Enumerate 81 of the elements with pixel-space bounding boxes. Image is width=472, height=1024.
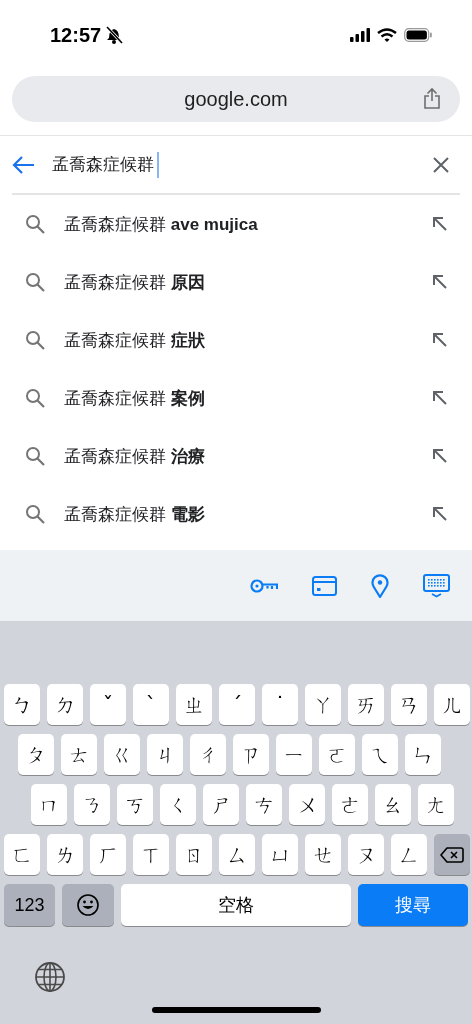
clock-time: 12:57 bbox=[50, 23, 102, 47]
keyboard-key[interactable]: ㄏ bbox=[90, 834, 126, 875]
delete-key[interactable] bbox=[434, 834, 470, 875]
keyboard-key[interactable]: ㄇ bbox=[31, 784, 67, 825]
url-text: google.com bbox=[184, 87, 288, 111]
keyboard-key[interactable]: ㄎ bbox=[117, 784, 153, 825]
backspace-icon bbox=[440, 845, 464, 864]
keyboard-key[interactable]: ㄨ bbox=[289, 784, 325, 825]
address-bar[interactable]: google.com bbox=[12, 76, 460, 122]
search-input-text[interactable]: 孟喬森症候群 bbox=[52, 153, 154, 176]
keyboard-key[interactable]: ㄌ bbox=[47, 834, 83, 875]
space-key[interactable]: 空格 bbox=[121, 884, 351, 926]
keyboard-key[interactable]: ㄢ bbox=[391, 684, 427, 725]
smiley-icon bbox=[77, 894, 99, 916]
arrow-up-left-icon[interactable] bbox=[432, 448, 448, 464]
credit-card-icon[interactable] bbox=[312, 575, 337, 596]
share-icon[interactable] bbox=[423, 87, 441, 110]
keyboard-key[interactable]: ㄙ bbox=[219, 834, 255, 875]
suggestion-item[interactable]: 孟喬森症候群 電影 bbox=[0, 485, 472, 543]
keyboard-key[interactable]: ㄍ bbox=[104, 734, 140, 775]
keyboard-key[interactable]: ㄟ bbox=[362, 734, 398, 775]
keyboard-key[interactable]: ㄉ bbox=[47, 684, 83, 725]
keyboard-key[interactable]: ㄠ bbox=[375, 784, 411, 825]
suggestion-item[interactable]: 孟喬森症候群 治療 bbox=[0, 427, 472, 485]
keyboard-key[interactable]: ㄚ bbox=[305, 684, 341, 725]
keyboard-key[interactable]: ˋ bbox=[133, 684, 169, 725]
suggestion-item[interactable]: 孟喬森症候群 原因 bbox=[0, 253, 472, 311]
arrow-up-left-icon[interactable] bbox=[432, 274, 448, 290]
keyboard-key[interactable]: ㄒ bbox=[133, 834, 169, 875]
keyboard-key[interactable]: ㄞ bbox=[348, 684, 384, 725]
globe-icon[interactable] bbox=[34, 961, 66, 993]
search-icon bbox=[25, 214, 45, 234]
back-arrow-icon[interactable] bbox=[12, 154, 35, 175]
keyboard-key[interactable]: ㄧ bbox=[276, 734, 312, 775]
keyboard-key[interactable]: ㄐ bbox=[147, 734, 183, 775]
search-key[interactable]: 搜尋 bbox=[358, 884, 468, 926]
arrow-up-left-icon[interactable] bbox=[432, 216, 448, 232]
keyboard-key[interactable]: ㄅ bbox=[4, 684, 40, 725]
wifi-icon bbox=[377, 28, 397, 42]
close-icon[interactable] bbox=[432, 155, 450, 174]
keyboard-key[interactable]: ㄘ bbox=[246, 784, 282, 825]
arrow-up-left-icon[interactable] bbox=[432, 332, 448, 348]
arrow-up-left-icon[interactable] bbox=[432, 390, 448, 406]
keyboard-key[interactable]: ㄕ bbox=[203, 784, 239, 825]
keyboard-key[interactable]: ㄔ bbox=[190, 734, 226, 775]
location-pin-icon[interactable] bbox=[371, 573, 389, 598]
numbers-key[interactable]: 123 bbox=[4, 884, 55, 926]
keyboard-key[interactable]: ㄡ bbox=[348, 834, 384, 875]
keyboard-key[interactable]: ㄤ bbox=[418, 784, 454, 825]
search-icon bbox=[25, 446, 45, 466]
keyboard-key[interactable]: ㄩ bbox=[262, 834, 298, 875]
keyboard-key[interactable]: ㄊ bbox=[61, 734, 97, 775]
keyboard-key[interactable]: ㄦ bbox=[434, 684, 470, 725]
keyboard-key[interactable]: ˙ bbox=[262, 684, 298, 725]
suggestion-item[interactable]: 孟喬森症候群 案例 bbox=[0, 369, 472, 427]
key-icon[interactable] bbox=[250, 577, 278, 594]
keyboard-key[interactable]: ㄥ bbox=[391, 834, 427, 875]
keyboard-key[interactable]: ㄗ bbox=[233, 734, 269, 775]
emoji-key[interactable] bbox=[62, 884, 114, 926]
keyboard-icon[interactable] bbox=[423, 573, 450, 598]
suggestion-item[interactable]: 孟喬森症候群 ave mujica bbox=[0, 195, 472, 253]
keyboard-key[interactable]: ㄜ bbox=[332, 784, 368, 825]
keyboard-key[interactable]: ㄆ bbox=[18, 734, 54, 775]
keyboard-key[interactable]: ㄑ bbox=[160, 784, 196, 825]
keyboard-key[interactable]: ˊ bbox=[219, 684, 255, 725]
keyboard-key[interactable]: ㄋ bbox=[74, 784, 110, 825]
battery-icon bbox=[404, 28, 432, 42]
arrow-up-left-icon[interactable] bbox=[432, 506, 448, 522]
signal-icon bbox=[350, 28, 370, 42]
search-icon bbox=[25, 272, 45, 292]
keyboard-key[interactable]: ㄝ bbox=[305, 834, 341, 875]
keyboard-key[interactable]: ˇ bbox=[90, 684, 126, 725]
keyboard-key[interactable]: ㄣ bbox=[405, 734, 441, 775]
keyboard-key[interactable]: ㄈ bbox=[4, 834, 40, 875]
search-icon bbox=[25, 330, 45, 350]
keyboard-key[interactable]: ㄓ bbox=[176, 684, 212, 725]
search-icon bbox=[25, 504, 45, 524]
search-icon bbox=[25, 388, 45, 408]
suggestion-item[interactable]: 孟喬森症候群 症狀 bbox=[0, 311, 472, 369]
keyboard-key[interactable]: ㄛ bbox=[319, 734, 355, 775]
keyboard-key[interactable]: ㄖ bbox=[176, 834, 212, 875]
